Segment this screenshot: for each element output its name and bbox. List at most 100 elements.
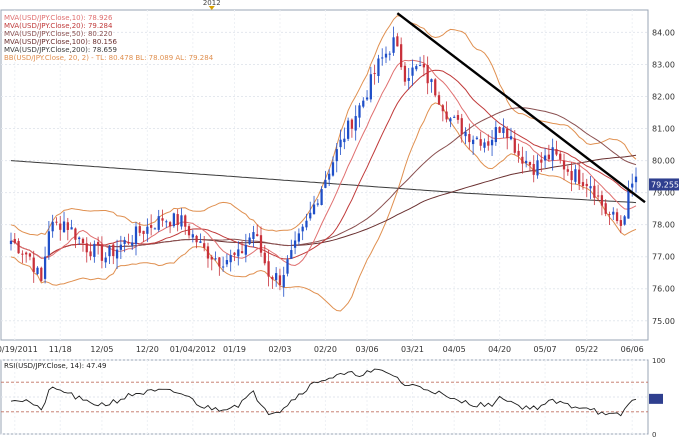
candle-body: [471, 139, 475, 145]
candle-body: [66, 222, 69, 230]
candle-body: [293, 240, 297, 248]
candle-body: [483, 142, 486, 148]
candle-body: [259, 235, 263, 253]
x-tick-label: 02/20: [314, 345, 337, 354]
candle-body: [309, 212, 312, 219]
y-tick-label: 76.00: [652, 285, 675, 294]
legend-entry: MVA(USD/JPY.Close,10): 78.926: [4, 14, 113, 22]
candle-body: [498, 127, 501, 133]
candle-body: [218, 257, 221, 267]
candle-body: [528, 161, 532, 166]
rsi-label: RSI(USD/JPY.Close, 14): 47.49: [4, 362, 106, 370]
candle-body: [400, 44, 403, 68]
candle-body: [350, 119, 354, 129]
candle-body: [536, 160, 539, 176]
legend-entry: BB(USD/JPY.Close, 20, 2) - TL: 80.478 BL…: [4, 54, 214, 62]
candle-body: [85, 243, 88, 253]
candle-body: [540, 159, 543, 163]
candle-body: [604, 203, 607, 214]
candle-body: [562, 160, 566, 170]
candle-body: [180, 215, 183, 227]
candle-body: [9, 240, 13, 245]
candle-body: [191, 234, 194, 238]
candle-body: [138, 226, 141, 233]
candle-body: [146, 226, 149, 234]
candle-body: [464, 131, 467, 137]
candle-body: [328, 173, 331, 180]
candle-body: [237, 249, 240, 257]
candle-body: [131, 242, 134, 246]
rsi-panel: [0, 359, 649, 435]
candle-body: [168, 222, 172, 227]
candle-body: [40, 267, 43, 281]
candle-body: [581, 182, 585, 187]
candle-body: [55, 221, 58, 223]
candle-body: [297, 233, 301, 242]
candle-body: [494, 127, 497, 143]
candle-body: [127, 242, 130, 244]
candle-body: [74, 228, 77, 240]
candle-body: [62, 221, 66, 233]
candle-body: [301, 226, 304, 232]
candle-body: [256, 234, 259, 237]
candle-body: [392, 37, 395, 53]
candle-body: [453, 116, 456, 118]
legend-entry: MVA(USD/JPY.Close,100): 80.156: [4, 38, 117, 46]
candle-body: [195, 235, 198, 243]
x-tick-label: 04/05: [443, 345, 466, 354]
candle-body: [108, 246, 111, 257]
candle-body: [104, 257, 107, 263]
candle-body: [525, 160, 528, 164]
x-tick-label: 12/05: [90, 345, 113, 354]
candle-body: [456, 115, 460, 120]
candle-body: [21, 253, 24, 255]
candle-body: [17, 241, 20, 254]
candle-body: [479, 139, 482, 146]
legend-entry: MVA(USD/JPY.Close,20): 79.284: [4, 22, 113, 30]
candle-body: [267, 261, 270, 277]
candle-body: [612, 211, 615, 215]
candle-body: [343, 138, 346, 143]
candle-body: [225, 260, 229, 265]
candle-body: [615, 212, 619, 222]
candle-body: [596, 195, 600, 197]
candle-body: [123, 239, 126, 244]
candle-body: [335, 149, 338, 162]
candle-body: [339, 139, 342, 148]
candle-body: [134, 226, 138, 245]
candle-body: [252, 232, 255, 239]
candle-body: [275, 273, 278, 281]
candle-body: [305, 220, 308, 228]
candle-body: [578, 169, 581, 184]
candle-body: [70, 227, 73, 230]
candle-body: [441, 105, 444, 112]
candle-body: [43, 256, 47, 279]
candle-body: [354, 116, 357, 131]
candle-body: [324, 179, 327, 188]
year-marker-label: 2012: [203, 0, 221, 7]
candle-body: [532, 163, 535, 175]
candle-body: [81, 238, 85, 244]
chart-frame: 75.0076.0077.0078.0079.0080.0081.0082.00…: [0, 0, 680, 448]
legend-entry: MVA(USD/JPY.Close,200): 78.659: [4, 46, 117, 54]
candle-body: [157, 216, 160, 230]
candle-body: [263, 252, 266, 264]
y-tick-label: 80.00: [652, 157, 675, 166]
rsi-last-tag: [649, 393, 663, 404]
candle-body: [161, 218, 164, 221]
candle-body: [411, 67, 414, 76]
candle-body: [172, 213, 176, 227]
candle-body: [384, 53, 388, 58]
y-tick-label: 77.00: [652, 253, 675, 262]
candle-body: [437, 95, 441, 105]
candle-body: [331, 162, 335, 176]
candle-body: [96, 242, 100, 246]
candle-body: [25, 252, 28, 255]
rsi-y-tick-label: 0: [652, 431, 656, 439]
candle-body: [28, 253, 32, 257]
candle-body: [282, 275, 285, 288]
candle-body: [415, 66, 418, 70]
candle-body: [381, 57, 384, 59]
candle-body: [487, 141, 490, 146]
candle-body: [199, 241, 202, 243]
